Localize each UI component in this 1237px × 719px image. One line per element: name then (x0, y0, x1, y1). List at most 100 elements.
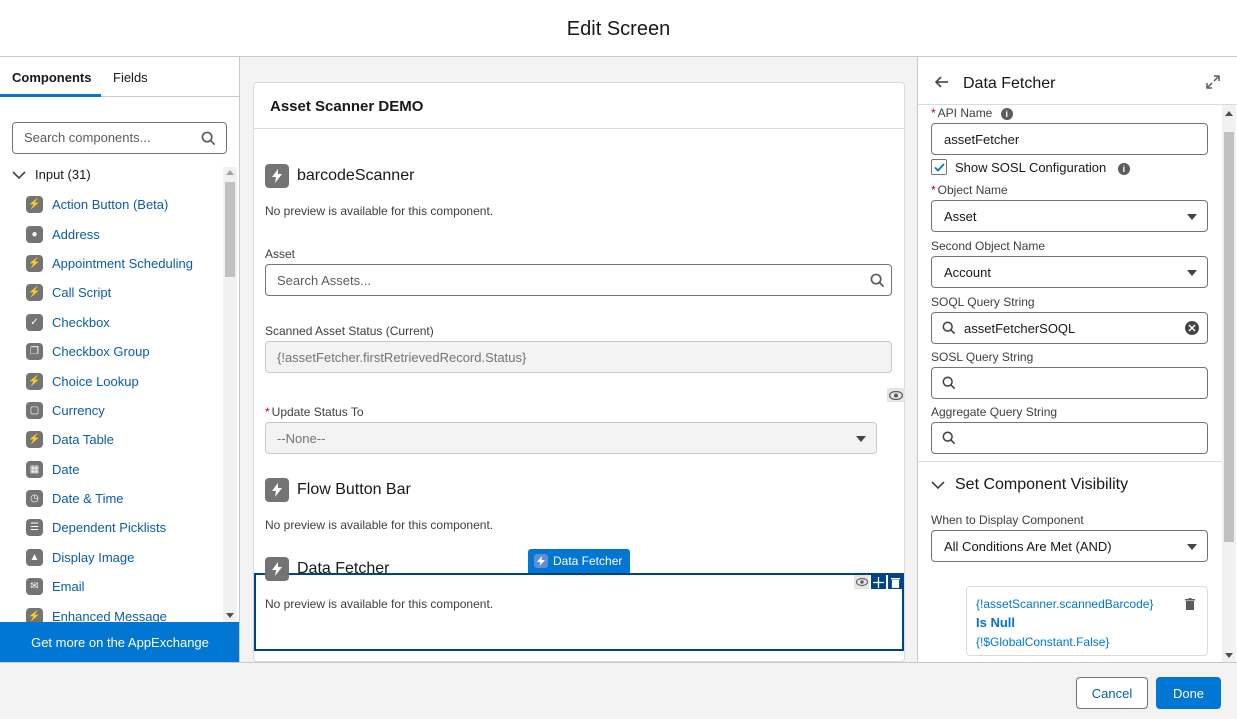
modal-title: Edit Screen (566, 18, 671, 40)
list-item[interactable]: ✓ Checkbox (26, 308, 221, 337)
list-item[interactable]: ❐ Checkbox Group (26, 337, 221, 366)
scroll-up-arrow[interactable] (226, 170, 234, 175)
component-list-scrollbar[interactable] (223, 167, 237, 622)
list-item[interactable]: ● Address (26, 219, 221, 248)
search-icon (942, 376, 956, 390)
search-icon (870, 273, 885, 288)
component-search-input[interactable] (24, 130, 194, 145)
list-item[interactable]: ✉ Email (26, 572, 221, 601)
panel-tabs: Components Fields (0, 57, 239, 97)
update-status-select[interactable]: --None-- (265, 422, 877, 454)
show-sosl-checkbox[interactable] (931, 159, 947, 175)
soql-input[interactable]: assetFetcherSOQL (931, 312, 1208, 344)
api-name-input[interactable]: assetFetcher (931, 123, 1208, 155)
currency-icon: ▢ (26, 401, 43, 419)
object-name-select[interactable]: Asset (931, 200, 1208, 232)
screen-title: Asset Scanner DEMO (270, 98, 424, 115)
sosl-input[interactable] (931, 367, 1208, 399)
condition-resource: {!assetScanner.scannedBarcode} (976, 597, 1154, 611)
divider (918, 461, 1222, 462)
asset-label: Asset (265, 247, 296, 261)
no-preview-text: No preview is available for this compone… (265, 518, 494, 532)
flow-icon: ⚡ (26, 254, 43, 272)
trash-icon[interactable] (888, 575, 903, 589)
asset-search-field[interactable]: Search Assets... (265, 264, 892, 296)
visibility-condition[interactable]: {!assetScanner.scannedBarcode} Is Null {… (966, 586, 1208, 656)
list-item[interactable]: ⚡ Choice Lookup (26, 366, 221, 395)
scroll-down-arrow[interactable] (1225, 653, 1233, 658)
flow-icon (265, 557, 289, 581)
list-item[interactable]: ⚡ Appointment Scheduling (26, 249, 221, 278)
flow-icon (265, 478, 289, 502)
properties-scrollbar[interactable] (1222, 105, 1236, 662)
list-item[interactable]: ⚡ Data Table (26, 425, 221, 454)
aggregate-label: Aggregate Query String (931, 405, 1058, 419)
list-item[interactable]: ◷ Date & Time (26, 484, 221, 513)
trash-icon[interactable] (1185, 598, 1195, 610)
datetime-icon: ◷ (26, 490, 43, 508)
when-display-label: When to Display Component (931, 513, 1084, 527)
flow-icon: ⚡ (26, 284, 43, 302)
location-icon: ● (26, 225, 43, 243)
move-icon[interactable] (871, 575, 886, 589)
search-icon[interactable] (201, 131, 216, 146)
cancel-button[interactable]: Cancel (1076, 677, 1148, 709)
flow-icon (265, 164, 289, 188)
checkbox-icon: ✓ (26, 313, 43, 331)
expand-icon[interactable] (1206, 75, 1220, 89)
list-item[interactable]: ⚡ Call Script (26, 278, 221, 307)
calendar-icon: ▦ (26, 460, 43, 478)
flow-button-bar-component[interactable]: Flow Button Bar (265, 478, 411, 502)
asset-search-placeholder: Search Assets... (277, 273, 371, 288)
scrollbar-thumb[interactable] (225, 182, 235, 277)
info-icon[interactable]: i (1000, 108, 1013, 120)
second-object-select[interactable]: Account (931, 256, 1208, 288)
update-status-value: --None-- (277, 431, 326, 446)
list-item[interactable]: ☰ Dependent Picklists (26, 513, 221, 542)
done-button[interactable]: Done (1156, 677, 1221, 709)
component-actions (852, 575, 903, 589)
list-item[interactable]: ⚡ Action Button (Beta) (26, 190, 221, 219)
eye-icon[interactable] (854, 575, 869, 589)
info-icon[interactable]: i (1117, 163, 1130, 175)
flow-icon: ⚡ (26, 372, 43, 390)
chevron-down-icon (1187, 544, 1197, 550)
image-icon: ▲ (26, 548, 43, 566)
eye-icon[interactable] (887, 388, 905, 402)
show-sosl-label: Show SOSL Configuration i (955, 160, 1130, 175)
list-item[interactable]: ▲ Display Image (26, 543, 221, 572)
modal-header: Edit Screen (0, 0, 1237, 57)
appexchange-link[interactable]: Get more on the AppExchange (0, 622, 239, 662)
screen-card: Asset Scanner DEMO barcodeScanner No pre… (253, 82, 905, 662)
component-search[interactable] (12, 122, 227, 154)
required-marker: * (931, 106, 936, 120)
when-display-select[interactable]: All Conditions Are Met (AND) (931, 530, 1208, 562)
data-fetcher-header: Data Fetcher (265, 557, 389, 581)
tab-components[interactable]: Components (12, 70, 91, 85)
scroll-up-arrow[interactable] (1225, 111, 1233, 116)
scroll-down-arrow[interactable] (226, 613, 234, 618)
api-name-label: * API Name i (931, 106, 1013, 120)
required-marker: * (265, 405, 270, 419)
sosl-label: SOSL Query String (931, 350, 1034, 364)
barcode-scanner-component[interactable]: barcodeScanner (265, 164, 414, 188)
chevron-down-icon (931, 481, 945, 490)
tab-fields[interactable]: Fields (113, 70, 148, 85)
list-item[interactable]: ▦ Date (26, 455, 221, 484)
scrollbar-thumb[interactable] (1224, 132, 1234, 542)
chevron-down-icon (12, 170, 26, 179)
group-input-toggle[interactable]: Input (31) (12, 167, 91, 182)
soql-label: SOQL Query String (931, 295, 1035, 309)
data-fetcher-component[interactable] (254, 573, 904, 651)
list-item[interactable]: ▢ Currency (26, 396, 221, 425)
back-arrow-icon[interactable] (935, 76, 949, 88)
selected-component-tag: Data Fetcher (528, 549, 631, 573)
clear-icon[interactable] (1185, 321, 1199, 335)
no-preview-text: No preview is available for this compone… (265, 204, 494, 218)
modal-footer: Cancel Done (0, 662, 1237, 719)
aggregate-input[interactable] (931, 422, 1208, 454)
visibility-section-toggle[interactable]: Set Component Visibility (931, 476, 1128, 494)
component-title: Data Fetcher (297, 560, 390, 577)
required-marker: * (931, 183, 936, 197)
flow-icon (534, 554, 548, 568)
